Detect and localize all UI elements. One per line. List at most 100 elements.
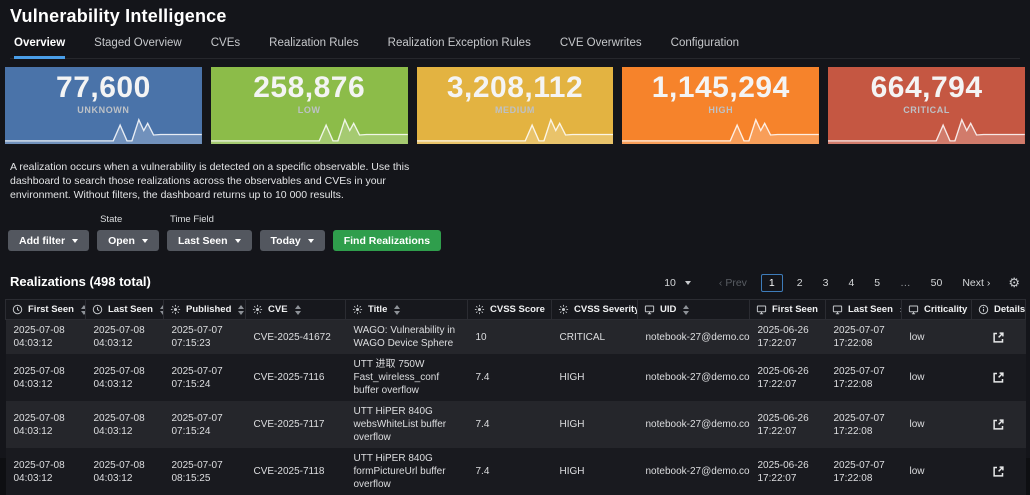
sparkline-chart <box>828 117 1025 144</box>
time-range-value: Today <box>270 234 301 247</box>
cell-last-seen: 2025-07-08 04:03:12 <box>93 325 145 349</box>
sort-icon[interactable] <box>159 304 163 315</box>
col-first-seen[interactable]: First Seen <box>5 299 86 320</box>
chevron-down-icon <box>684 281 691 285</box>
sparkline-chart <box>622 117 820 144</box>
filter-bar: Add filter State Open Time Field Last Se… <box>8 214 1030 251</box>
severity-cards: 77,600 UNKNOWN 258,876 LOW 3,208,112 MED… <box>0 59 1030 151</box>
card-value: 258,876 <box>253 71 366 104</box>
col-uid[interactable]: UID <box>637 299 750 320</box>
cell-uid: notebook-27@demo.com <box>645 466 750 477</box>
sort-icon[interactable] <box>294 304 302 315</box>
cell-cvss-score: 10 <box>475 331 487 343</box>
card-low[interactable]: 258,876 LOW <box>210 67 408 144</box>
vulnerability-burst-icon <box>252 304 263 315</box>
tab-cve-overwrites[interactable]: CVE Overwrites <box>560 37 642 58</box>
next-page-button[interactable]: Next › <box>956 275 996 291</box>
card-critical[interactable]: 664,794 CRITICAL <box>828 67 1025 144</box>
cell-first-seen: 2025-07-08 04:03:12 <box>13 459 65 484</box>
cell-published: 2025-07-07 07:15:24 <box>171 365 223 390</box>
add-filter-button[interactable]: Add filter <box>8 230 90 251</box>
tab-staged-overview[interactable]: Staged Overview <box>94 37 182 58</box>
tab-cves[interactable]: CVEs <box>211 37 240 58</box>
cell-criticality: low <box>909 466 925 477</box>
cell-criticality: low <box>909 419 925 430</box>
col-last-seen[interactable]: Last Seen <box>85 299 164 320</box>
tab-configuration[interactable]: Configuration <box>671 37 739 58</box>
cell-obs-last-seen: 2025-07-07 17:22:08 <box>833 459 885 484</box>
cell-uid: notebook-27@demo.com <box>645 372 750 383</box>
cell-published: 2025-07-07 08:15:25 <box>171 459 223 484</box>
col-cve[interactable]: CVE <box>245 299 346 320</box>
external-link-icon[interactable] <box>991 330 1006 345</box>
table-row: 2025-07-08 04:03:12 2025-07-08 04:03:12 … <box>5 448 1026 495</box>
page-button-2[interactable]: 2 <box>791 275 809 291</box>
card-medium[interactable]: 3,208,112 MEDIUM <box>416 67 614 144</box>
cell-criticality: low <box>909 331 925 343</box>
col-published[interactable]: Published <box>163 299 246 320</box>
cell-obs-first-seen: 2025-06-26 17:22:07 <box>757 412 809 437</box>
time-range-dropdown[interactable]: Today <box>259 230 325 251</box>
external-link-icon[interactable] <box>991 417 1006 432</box>
monitor-icon <box>644 305 655 315</box>
card-value: 3,208,112 <box>446 71 584 104</box>
cell-first-seen: 2025-07-08 04:03:12 <box>13 365 65 390</box>
cell-cve: CVE-2025-7116 <box>253 372 325 383</box>
cell-uid: notebook-27@demo.com <box>645 331 750 343</box>
col-cvss-severity[interactable]: CVSS Severity <box>551 299 638 320</box>
dashboard-description: A realization occurs when a vulnerabilit… <box>10 161 410 201</box>
cell-cvss-score: 7.4 <box>475 466 490 477</box>
prev-page-button[interactable]: ‹ Prev <box>713 275 753 291</box>
cell-cve: CVE-2025-7117 <box>253 419 325 430</box>
cell-details <box>972 401 1026 448</box>
page-button-1[interactable]: 1 <box>760 274 783 292</box>
cell-obs-first-seen: 2025-06-26 17:22:07 <box>757 365 809 390</box>
tab-realization-exception-rules[interactable]: Realization Exception Rules <box>388 37 531 58</box>
vulnerability-burst-icon <box>474 304 485 315</box>
chevron-down-icon <box>72 238 79 243</box>
per-page-dropdown[interactable]: 10 <box>664 277 691 289</box>
table-settings-gear-icon[interactable]: ⚙ <box>1008 275 1020 291</box>
cell-details <box>972 354 1026 401</box>
external-link-icon[interactable] <box>991 464 1006 479</box>
col-details: Details <box>971 299 1026 320</box>
sort-icon[interactable] <box>80 304 85 315</box>
cell-cvss-score: 7.4 <box>475 419 490 430</box>
page-button-5[interactable]: 5 <box>868 275 886 291</box>
col-criticality[interactable]: Criticality <box>901 299 972 320</box>
dashboard-header: Vulnerability Intelligence Overview Stag… <box>0 0 1030 59</box>
col-obs-first-seen[interactable]: First Seen <box>749 299 826 320</box>
clock-icon <box>92 304 103 315</box>
card-value: 77,600 <box>56 71 151 104</box>
page-title: Vulnerability Intelligence <box>10 6 227 26</box>
cell-obs-last-seen: 2025-07-07 17:22:08 <box>833 325 885 349</box>
cell-cvss-score: 7.4 <box>475 372 490 383</box>
col-cvss-score[interactable]: CVSS Score <box>467 299 552 320</box>
sort-icon[interactable] <box>394 304 401 315</box>
state-dropdown[interactable]: Open <box>97 230 159 251</box>
monitor-icon <box>832 305 843 315</box>
cell-cvss-severity: HIGH <box>559 419 585 430</box>
vulnerability-burst-icon <box>170 304 181 315</box>
cell-details <box>972 448 1026 495</box>
col-obs-last-seen[interactable]: Last Seen <box>825 299 902 320</box>
pagination: 10 ‹ Prev 1 2 3 4 5 … 50 Next › ⚙ <box>664 274 1020 292</box>
time-field-dropdown[interactable]: Last Seen <box>166 230 252 251</box>
page-button-3[interactable]: 3 <box>817 275 835 291</box>
cell-first-seen: 2025-07-08 04:03:12 <box>13 412 65 437</box>
cell-obs-last-seen: 2025-07-07 17:22:08 <box>833 412 885 437</box>
find-realizations-button[interactable]: Find Realizations <box>332 230 442 251</box>
cell-cve: CVE-2025-41672 <box>253 331 331 343</box>
col-title[interactable]: Title <box>345 299 468 320</box>
page-button-50[interactable]: 50 <box>925 275 949 291</box>
page-button-4[interactable]: 4 <box>842 275 860 291</box>
cell-last-seen: 2025-07-08 04:03:12 <box>93 412 145 437</box>
external-link-icon[interactable] <box>991 370 1006 385</box>
card-unknown[interactable]: 77,600 UNKNOWN <box>5 67 202 144</box>
sort-icon[interactable] <box>683 304 690 315</box>
sort-icon[interactable] <box>238 304 245 315</box>
card-high[interactable]: 1,145,294 HIGH <box>622 67 820 144</box>
tab-overview[interactable]: Overview <box>14 37 66 59</box>
tab-realization-rules[interactable]: Realization Rules <box>269 37 359 58</box>
cell-details <box>972 320 1026 355</box>
